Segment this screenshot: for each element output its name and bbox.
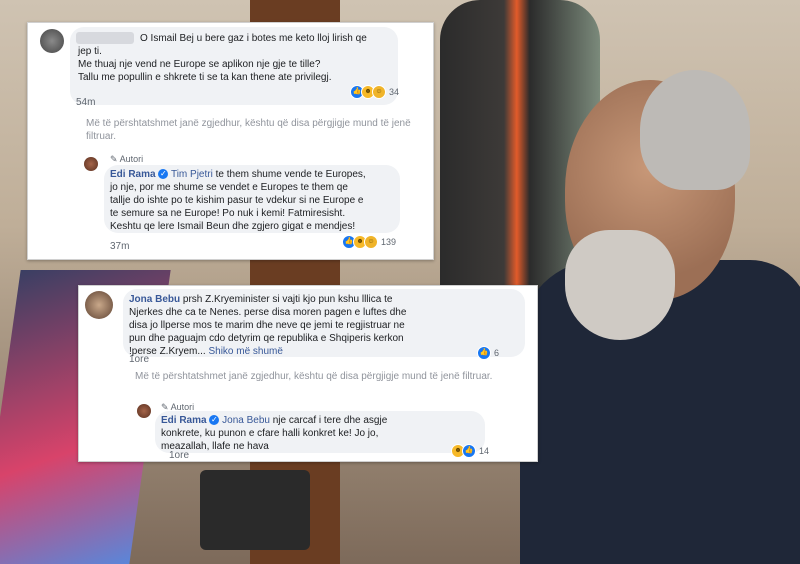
comment-timestamp[interactable]: 1ore (129, 354, 149, 365)
reaction-count: 139 (381, 237, 397, 247)
man-beard (565, 230, 675, 340)
reaction-count: 14 (479, 446, 490, 456)
reaction-count: 6 (494, 348, 500, 358)
verified-badge-icon: ✓ (209, 415, 220, 426)
wow-reaction-icon: ☺ (372, 85, 386, 99)
author-name[interactable]: Jona Bebu (129, 294, 180, 305)
author-name[interactable]: Edi Rama (161, 415, 207, 426)
filtered-notice: Më të përshtatshmet janë zgjedhur, kësht… (135, 371, 493, 382)
comment-text-line: pun dhe paguajm cdo detyrim qe republika… (129, 333, 404, 344)
reply-bubble: Edi Rama ✓ Jona Bebu nje carcaf i tere d… (155, 411, 485, 453)
reply-text-line: tallje do ishte po te kishim pasur te vd… (110, 195, 364, 206)
author-name[interactable]: Edi Rama (110, 169, 156, 180)
comment-last-line: !perse Z.Kryem... Shiko më shumë (129, 345, 283, 358)
reply-timestamp[interactable]: 1ore (169, 450, 189, 461)
reply-first-line: Edi Rama ✓ Tim Pjetri te them shume vend… (110, 168, 366, 181)
mention-link[interactable]: Jona Bebu (222, 415, 270, 426)
comment-text-line: Me thuaj nje vend ne Europe se aplikon n… (78, 59, 321, 70)
comment-text-line: Njerkes dhe ca te Nenes. perse disa more… (129, 307, 407, 318)
comment-screenshot-2: Jona Bebu prsh Z.Kryeminister si vajti k… (78, 285, 538, 462)
reply-text-line: te semure sa ne Europe! Po nuk i kemi! F… (110, 208, 346, 219)
comment-bubble: O Ismail Bej u bere gaz i botes me keto … (70, 27, 398, 105)
wow-reaction-icon: ☺ (364, 235, 378, 249)
comment-text-line: Tallu me popullin e shkrete ti se ta kan… (78, 72, 332, 83)
reply-timestamp[interactable]: 37m (110, 241, 129, 252)
mention-link[interactable]: Tim Pjetri (171, 169, 213, 180)
reaction-summary[interactable]: 👍 6 (477, 346, 499, 360)
pencil-icon: ✎ (110, 154, 118, 164)
redacted-author-name (76, 32, 134, 44)
reply-text: nje carcaf i tere dhe asgje (269, 415, 388, 426)
avatar[interactable] (84, 157, 98, 171)
comment-text-line: disa jo llperse mos te marim dhe neve qe… (129, 320, 405, 331)
avatar[interactable] (40, 29, 64, 53)
reply-bubble: Edi Rama ✓ Tim Pjetri te them shume vend… (104, 165, 400, 233)
author-label-row: ✎ Autori (110, 154, 143, 165)
reaction-summary[interactable]: ☻ 👍 14 (451, 444, 489, 458)
like-reaction-icon: 👍 (462, 444, 476, 458)
author-label: Autori (119, 154, 144, 164)
reaction-count: 34 (389, 87, 400, 97)
comment-text-line: jep ti. (78, 46, 102, 57)
comment-first-line: Jona Bebu prsh Z.Kryeminister si vajti k… (129, 293, 392, 306)
desk-device (200, 470, 310, 550)
like-reaction-icon: 👍 (477, 346, 491, 360)
comment-timestamp[interactable]: 54m (76, 97, 95, 108)
reply-text-line: jo nje, por me shume se vendet e Europes… (110, 182, 348, 193)
reaction-summary[interactable]: 👍 ☻ ☺ 139 (342, 235, 396, 249)
verified-badge-icon: ✓ (158, 169, 169, 180)
comment-text: prsh Z.Kryeminister si vajti kjo pun ksh… (180, 294, 393, 305)
comment-text-line: O Ismail Bej u bere gaz i botes me keto … (140, 33, 367, 44)
avatar[interactable] (85, 291, 113, 319)
comment-screenshot-1: O Ismail Bej u bere gaz i botes me keto … (27, 22, 434, 260)
man-hair (640, 70, 750, 190)
reply-first-line: Edi Rama ✓ Jona Bebu nje carcaf i tere d… (161, 414, 387, 427)
comment-bubble: Jona Bebu prsh Z.Kryeminister si vajti k… (123, 289, 525, 357)
reply-text: te them shume vende te Europes, (212, 169, 366, 180)
avatar[interactable] (137, 404, 151, 418)
reply-text-line: Keshtu qe lere Ismail Beun dhe zgjero gi… (110, 221, 356, 232)
see-more-link[interactable]: Shiko më shumë (208, 346, 282, 357)
filtered-notice: Më të përshtatshmet janë zgjedhur, kësht… (86, 118, 411, 142)
reply-text-line: konkrete, ku punon e cfare halli konkret… (161, 428, 379, 439)
reaction-summary[interactable]: 👍 ☻ ☺ 34 (350, 85, 399, 99)
